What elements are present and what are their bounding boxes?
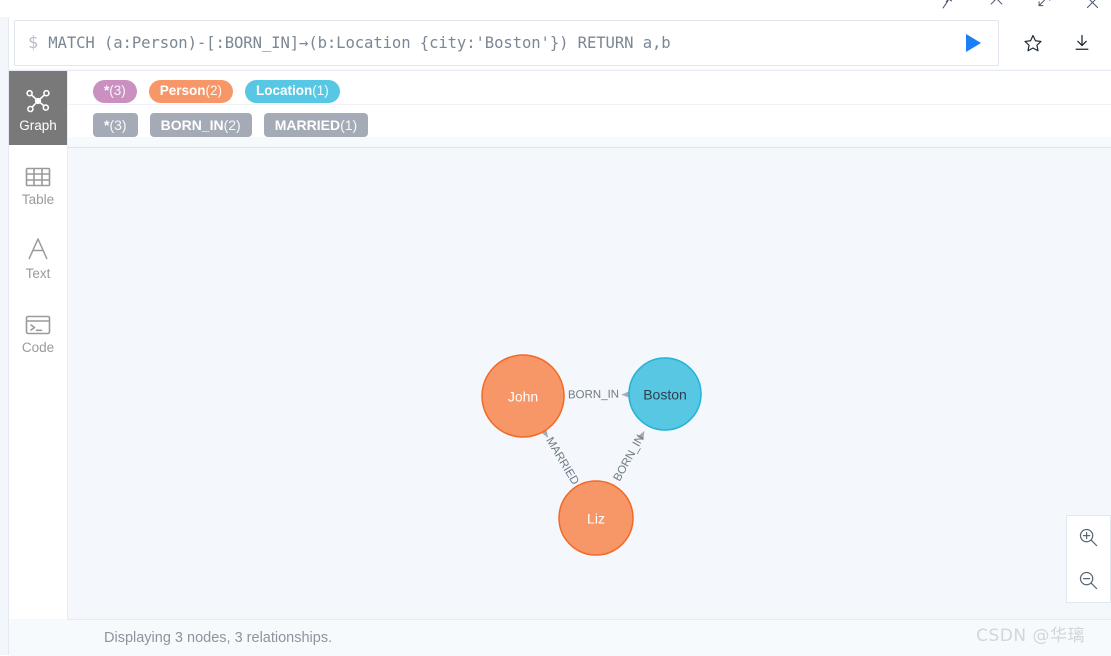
view-mode-table-label: Table [22,192,54,207]
neo4j-browser-frame: $ MATCH (a:Person)-[:BORN_IN]→(b:Locatio… [0,0,1111,655]
graph-node[interactable]: Boston [629,358,701,430]
chip-label: BORN_IN [161,118,224,132]
collapse-icon[interactable] [985,0,1007,13]
window-controls-bar [0,0,1111,17]
chip-label: Person [160,84,206,98]
chip-count: (1) [312,84,329,98]
graph-edge-label: MARRIED [543,435,581,487]
view-mode-sidebar: Graph Table [9,71,68,619]
chip-count: (2) [206,84,223,98]
node-legend-chip[interactable]: Location(1) [245,80,340,103]
graph-node-label: John [508,389,538,405]
graph-node[interactable]: Liz [559,481,633,555]
graph-node-label: Liz [587,511,605,527]
relationship-legend-chip[interactable]: MARRIED(1) [264,113,368,137]
chip-label: Location [256,84,312,98]
graph-edge [547,436,548,438]
result-panel: Graph Table [9,70,1111,656]
relationship-legend-chip[interactable]: *(3) [93,113,138,137]
view-mode-text-label: Text [26,266,51,281]
chip-count: (1) [340,118,357,132]
code-icon [25,306,51,336]
graph-node[interactable]: John [482,355,564,437]
result-status-bar: Displaying 3 nodes, 3 relationships. [67,619,1111,656]
graph-edge-label: BORN_IN [612,433,647,484]
pin-icon[interactable] [937,0,959,13]
query-text[interactable]: MATCH (a:Person)-[:BORN_IN]→(b:Location … [48,34,950,52]
text-icon [26,232,50,262]
view-mode-code[interactable]: Code [9,293,67,367]
query-editor-row: $ MATCH (a:Person)-[:BORN_IN]→(b:Locatio… [9,17,1111,69]
zoom-controls [1066,515,1111,603]
relationship-legend-row: *(3) BORN_IN(2) MARRIED(1) [67,104,1111,137]
csdn-watermark: CSDN @华璃 [976,621,1085,646]
graph-edge-label: BORN_IN [568,389,619,402]
graph-visualization-canvas[interactable]: BORN_IN MARRIED BORN_IN John Boston Liz [67,147,1111,620]
table-icon [25,158,51,188]
view-mode-graph[interactable]: Graph [9,71,67,145]
view-mode-graph-label: Graph [19,118,57,133]
left-gutter [0,0,9,655]
view-mode-table[interactable]: Table [9,145,67,219]
graph-nodes-layer: John Boston Liz [482,355,701,555]
download-query-button[interactable] [1070,31,1094,55]
relationship-legend-chip[interactable]: BORN_IN(2) [150,113,252,137]
view-mode-code-label: Code [22,340,54,355]
query-input[interactable]: $ MATCH (a:Person)-[:BORN_IN]→(b:Locatio… [14,20,999,66]
zoom-out-button[interactable] [1067,559,1110,602]
zoom-in-button[interactable] [1067,516,1110,559]
prompt-sigil: $ [28,33,38,53]
node-legend-row: *(3) Person(2) Location(1) [67,71,1111,102]
close-icon[interactable] [1081,0,1103,13]
graph-icon [25,84,51,114]
run-query-button[interactable] [950,21,996,65]
view-mode-text[interactable]: Text [9,219,67,293]
node-legend-chip[interactable]: Person(2) [149,80,233,103]
chip-count: (3) [109,84,126,98]
chip-label: MARRIED [275,118,340,132]
chip-count: (3) [109,118,126,132]
restore-icon[interactable] [1033,0,1055,13]
favorite-query-button[interactable] [1021,31,1045,55]
graph-node-label: Boston [643,387,687,403]
chip-count: (2) [224,118,241,132]
status-message: Displaying 3 nodes, 3 relationships. [104,630,332,646]
legend-area: *(3) Person(2) Location(1) *(3) BORN_IN(… [67,71,1111,137]
node-legend-chip[interactable]: *(3) [93,80,137,103]
